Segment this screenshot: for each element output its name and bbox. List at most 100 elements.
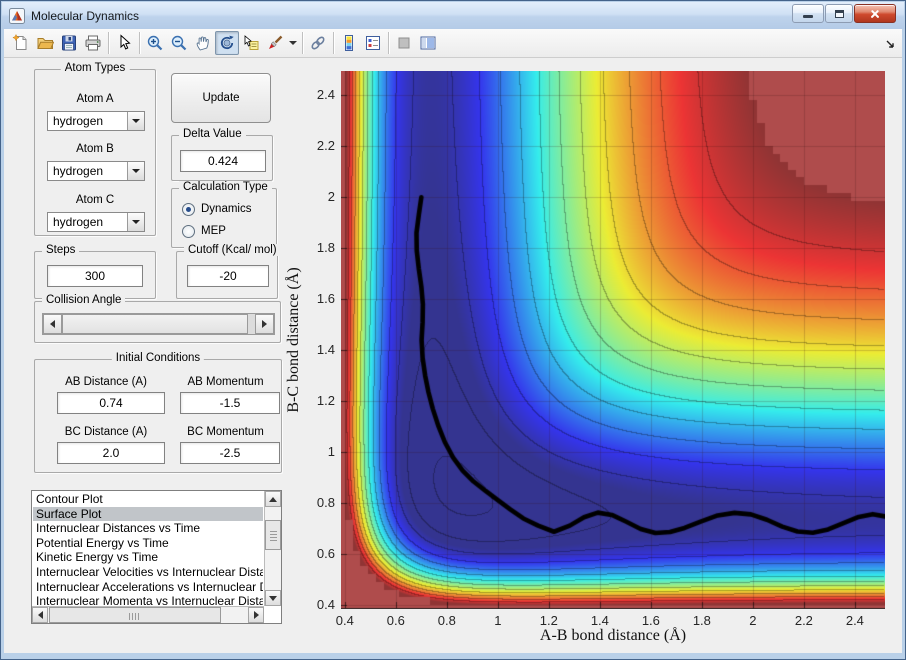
slider-left-arrow[interactable] [43, 314, 62, 334]
list-item[interactable]: Internuclear Velocities vs Internuclear … [33, 565, 263, 580]
list-item[interactable]: Potential Energy vs Time [33, 536, 263, 551]
minimize-button[interactable] [792, 4, 824, 23]
delta-value-group: Delta Value [171, 128, 273, 181]
open-file-icon[interactable] [33, 31, 57, 55]
y-tick-label: 1.4 [316, 342, 335, 358]
x-tick-label: 1.6 [641, 613, 660, 628]
link-plots-icon[interactable] [306, 31, 330, 55]
slider-thumb[interactable] [62, 314, 248, 334]
minimize-icon [803, 15, 813, 18]
list-item[interactable]: Kinetic Energy vs Time [33, 550, 263, 565]
group-title: Delta Value [179, 128, 246, 140]
steps-field[interactable] [47, 265, 143, 287]
ab-distance-field[interactable] [57, 392, 165, 414]
dropdown-arrow-icon[interactable] [127, 112, 144, 130]
list-item[interactable]: Surface Plot [33, 506, 263, 522]
down-arrow-icon [269, 595, 277, 601]
close-icon [869, 8, 881, 20]
toolbar-separator [139, 32, 140, 54]
scroll-right-button[interactable] [248, 607, 264, 623]
scroll-left-button[interactable] [32, 607, 48, 623]
atom-types-group: Atom Types Atom A hydrogen Atom B hydrog… [34, 62, 156, 236]
pan-icon[interactable] [191, 31, 215, 55]
y-tick-label: 1 [327, 444, 335, 460]
insert-colorbar-icon[interactable] [337, 31, 361, 55]
radio-icon[interactable] [182, 224, 195, 238]
horizontal-scroll-thumb[interactable] [49, 607, 221, 623]
dropdown-arrow-icon[interactable] [127, 162, 144, 180]
brush-icon[interactable] [263, 31, 287, 55]
radio-icon[interactable] [182, 202, 195, 216]
title-bar[interactable]: Molecular Dynamics [2, 2, 904, 29]
show-plot-tools-icon[interactable] [416, 31, 440, 55]
collision-angle-slider[interactable] [42, 313, 275, 335]
pes-surface-canvas[interactable] [341, 71, 885, 609]
ab-distance-label: AB Distance (A) [65, 376, 147, 388]
group-title: Collision Angle [42, 294, 126, 306]
toolbar-overflow-icon[interactable] [885, 37, 896, 55]
vertical-scrollbar[interactable] [264, 491, 281, 606]
bc-distance-field[interactable] [57, 442, 165, 464]
vertical-scroll-thumb[interactable] [265, 519, 281, 550]
slider-right-arrow[interactable] [255, 314, 274, 334]
hide-plot-tools-icon[interactable] [392, 31, 416, 55]
x-tick-label: 0.8 [437, 613, 456, 628]
ab-momentum-field[interactable] [180, 392, 280, 414]
close-button[interactable] [854, 4, 896, 23]
group-title: Calculation Type [179, 181, 272, 193]
zoom-out-icon[interactable] [167, 31, 191, 55]
right-arrow-icon [253, 611, 259, 619]
restore-button[interactable] [825, 4, 853, 23]
window-controls [792, 4, 896, 23]
atom-a-value: hydrogen [53, 114, 104, 128]
atom-b-dropdown[interactable]: hydrogen [47, 161, 145, 181]
radio-mep[interactable]: MEP [182, 223, 226, 239]
cutoff-group: Cutoff (Kcal/ mol) [176, 244, 281, 299]
dropdown-arrow-icon[interactable] [127, 213, 144, 231]
data-cursor-icon[interactable] [239, 31, 263, 55]
update-button[interactable]: Update [171, 73, 271, 123]
y-tick-label: 0.4 [316, 597, 335, 613]
y-tick-label: 1.8 [316, 240, 335, 256]
app-window: Molecular Dynamics Atom Types Atom A hyd… [0, 0, 906, 660]
x-tick-label: 0.4 [335, 613, 354, 628]
restore-icon [834, 9, 844, 18]
plot-type-listbox[interactable]: Contour Plot Surface Plot Internuclear D… [31, 490, 282, 624]
print-figure-icon[interactable] [81, 31, 105, 55]
thumb-grip [270, 528, 277, 541]
left-arrow-icon [37, 611, 43, 619]
atom-c-dropdown[interactable]: hydrogen [47, 212, 145, 232]
zoom-in-icon[interactable] [143, 31, 167, 55]
scroll-up-button[interactable] [265, 491, 281, 507]
horizontal-scrollbar[interactable] [32, 606, 264, 623]
list-item[interactable]: Contour Plot [33, 492, 263, 507]
toolbar-separator [388, 32, 389, 54]
atom-a-dropdown[interactable]: hydrogen [47, 111, 145, 131]
x-tick-label: 0.6 [386, 613, 405, 628]
atom-b-value: hydrogen [53, 164, 104, 178]
save-figure-icon[interactable] [57, 31, 81, 55]
radio-dynamics[interactable]: Dynamics [182, 201, 251, 217]
rotate-3d-icon[interactable] [215, 31, 239, 55]
atom-c-value: hydrogen [53, 215, 104, 229]
delta-value-field[interactable] [180, 150, 266, 172]
bc-momentum-field[interactable] [180, 442, 280, 464]
pointer-icon[interactable] [112, 31, 136, 55]
list-item[interactable]: Internuclear Accelerations vs Internucle… [33, 580, 263, 595]
atom-a-label: Atom A [76, 93, 114, 105]
cutoff-field[interactable] [187, 265, 269, 287]
list-item[interactable]: Internuclear Distances vs Time [33, 521, 263, 536]
scroll-down-button[interactable] [265, 590, 281, 606]
brush-dropdown-icon[interactable] [289, 41, 297, 45]
x-tick-label: 2.2 [794, 613, 813, 628]
matlab-app-icon [9, 7, 25, 24]
x-tick-label: 2 [749, 613, 757, 628]
x-tick-label: 1.4 [590, 613, 609, 628]
list-item[interactable]: Internuclear Momenta vs Internuclear Dis… [33, 594, 263, 605]
radio-label: MEP [201, 225, 226, 237]
insert-legend-icon[interactable] [361, 31, 385, 55]
toolbar-separator [108, 32, 109, 54]
new-figure-icon[interactable] [9, 31, 33, 55]
up-arrow-icon [269, 496, 277, 502]
potential-energy-surface-plot: 0.4 0.6 0.8 1 1.2 1.4 1.6 1.8 2 2.2 2.4 0.4 0.6 0.8 1… [285, 71, 885, 644]
